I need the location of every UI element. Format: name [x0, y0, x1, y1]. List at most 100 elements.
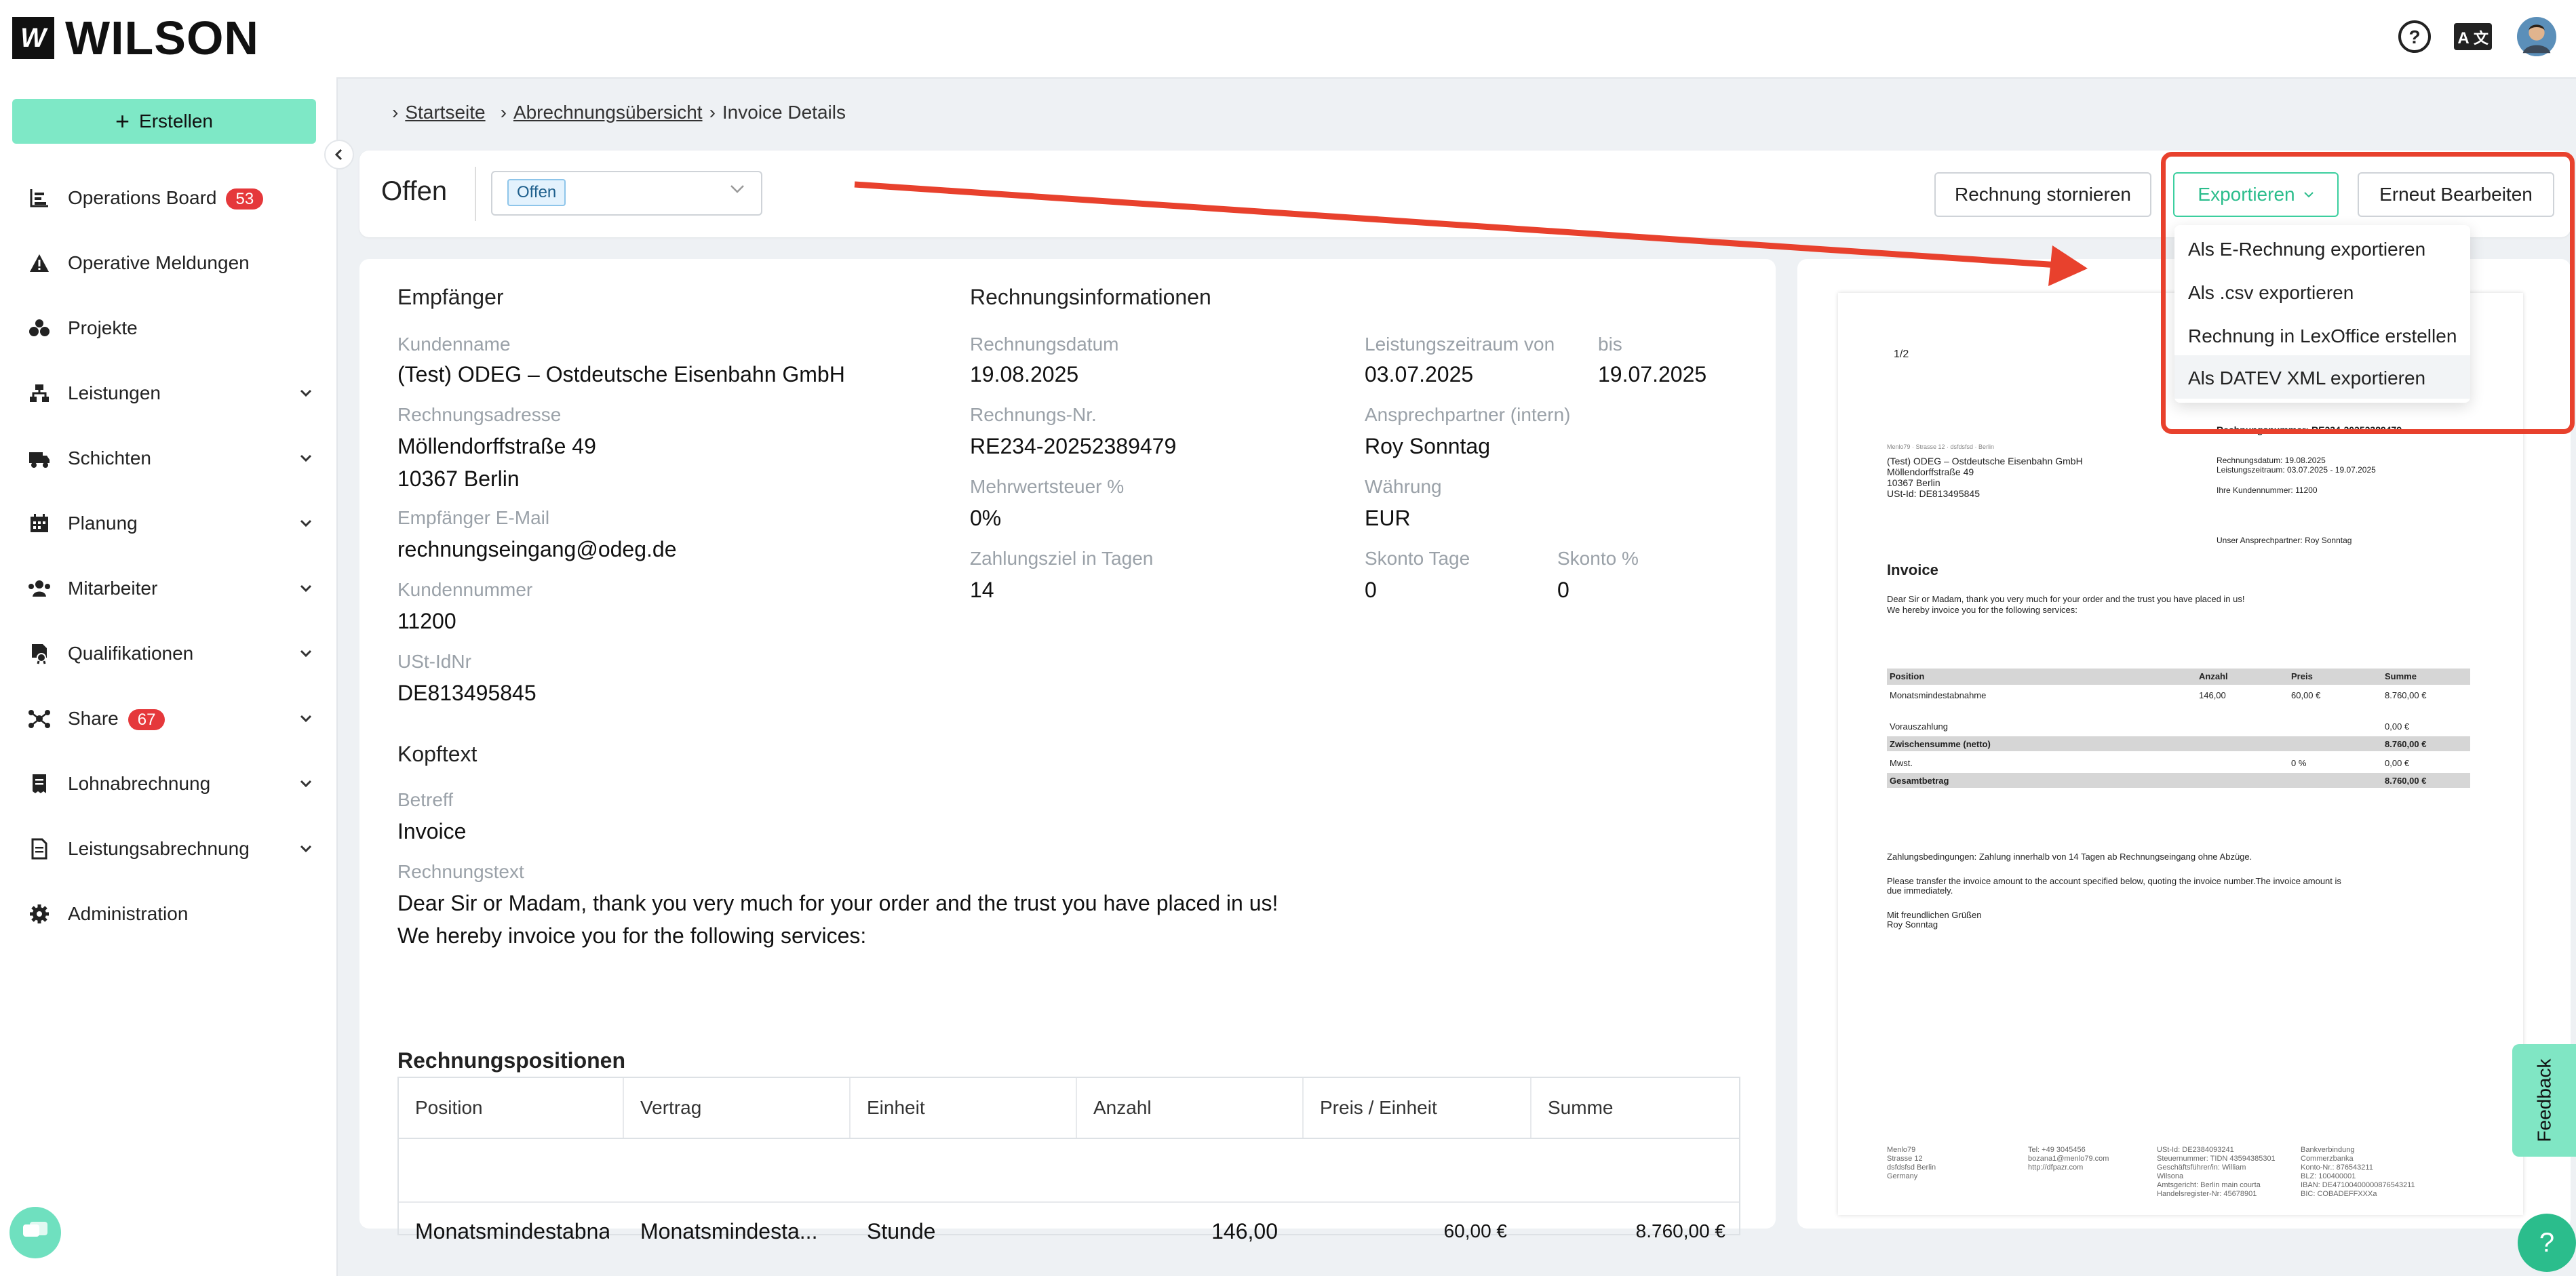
help-fab-button[interactable]: ? — [2518, 1214, 2576, 1272]
table-row[interactable]: Monatsmindestabnahme Monatsmindesta... S… — [399, 1139, 1739, 1243]
skonto-days-label: Skonto Tage — [1365, 548, 1470, 569]
invoice-number-label: Rechnungs-Nr. — [970, 404, 1097, 425]
feedback-tab[interactable]: Feedback — [2512, 1044, 2576, 1157]
preview-row-price: 60,00 € — [2291, 690, 2321, 700]
subject-label: Betreff — [397, 789, 453, 810]
column-header-unit-price[interactable]: Preis / Einheit — [1304, 1078, 1531, 1138]
invoice-date-label: Rechnungsdatum — [970, 334, 1119, 355]
create-button[interactable]: + Erstellen — [12, 99, 316, 144]
column-header-quantity[interactable]: Anzahl — [1077, 1078, 1304, 1138]
preview-summary-label: Mwst. — [1890, 758, 1913, 768]
preview-contact-line: Unser Ansprechpartner: Roy Sonntag — [2217, 536, 2352, 545]
translate-icon[interactable]: A文 — [2453, 16, 2493, 57]
sidebar-item-operative-meldungen[interactable]: Operative Meldungen — [0, 239, 336, 287]
preview-summary-mid: 0 % — [2291, 758, 2307, 768]
preview-summary-value: 8.760,00 € — [2385, 739, 2427, 749]
preview-footer-line: dsfdsfsd Berlin — [1887, 1163, 1936, 1172]
service-period-until-label: bis — [1598, 334, 1622, 355]
chevron-down-icon — [296, 513, 316, 534]
column-header-contract[interactable]: Vertrag — [624, 1078, 851, 1138]
invoice-status-title: Offen — [381, 176, 448, 206]
chevron-down-icon — [296, 774, 316, 794]
sidebar-item-schichten[interactable]: Schichten — [0, 434, 336, 483]
header-text-section-title: Kopftext — [397, 742, 477, 766]
sidebar-item-planung[interactable]: Planung — [0, 499, 336, 548]
chevron-left-icon — [334, 148, 343, 161]
sidebar-item-administration[interactable]: Administration — [0, 890, 336, 938]
preview-closing-line: Mit freundlichen Grüßen — [1887, 910, 1982, 920]
share-icon — [26, 705, 53, 732]
preview-col-quantity: Anzahl — [2199, 671, 2228, 681]
subject-value: Invoice — [397, 819, 467, 843]
breadcrumb-current: Invoice Details — [722, 102, 846, 123]
column-header-unit[interactable]: Einheit — [851, 1078, 1077, 1138]
preview-footer-line: bozana1@menlo79.com — [2028, 1155, 2109, 1163]
brand-name: WILSON — [65, 12, 259, 64]
sidebar-item-label: Qualifikationen — [68, 643, 194, 664]
sidebar-item-leistungsabrechnung[interactable]: Leistungsabrechnung — [0, 824, 336, 873]
preview-footer-line: Tel: +49 3045456 — [2028, 1146, 2086, 1154]
help-fab-label: ? — [2539, 1227, 2555, 1258]
customer-name-value: (Test) ODEG – Ostdeutsche Eisenbahn GmbH — [397, 362, 845, 386]
warning-icon — [26, 250, 53, 277]
preview-row-position: Monatsmindestabnahme — [1890, 690, 1987, 700]
customer-number-label: Kundennummer — [397, 579, 533, 600]
preview-row-sum: 8.760,00 € — [2385, 690, 2427, 700]
sidebar-item-operations-board[interactable]: Operations Board 53 — [0, 174, 336, 222]
sidebar-collapse-button[interactable] — [324, 140, 354, 170]
help-circle-icon[interactable]: ? — [2394, 16, 2435, 57]
document-icon — [26, 835, 53, 862]
chevron-down-icon — [296, 578, 316, 599]
sidebar-item-label: Schichten — [68, 447, 151, 468]
skonto-days-value: 0 — [1365, 578, 1377, 602]
preview-page-number: 1/2 — [1894, 348, 1909, 360]
projects-icon — [26, 315, 53, 342]
preview-summary-value: 0,00 € — [2385, 758, 2410, 768]
preview-footer-line: Handelsregister-Nr: 45678901 — [2157, 1190, 2257, 1198]
sidebar-item-label: Lohnabrechnung — [68, 773, 211, 794]
preview-footer-line: Steuernummer: TIDN 43594385301 — [2157, 1155, 2276, 1163]
column-header-sum[interactable]: Summe — [1531, 1078, 1739, 1138]
preview-summary-label: Zwischensumme (netto) — [1890, 739, 1991, 749]
preview-footer-line: http://dfpazr.com — [2028, 1163, 2084, 1172]
preview-intro-line: Dear Sir or Madam, thank you very much f… — [1887, 594, 2245, 604]
chevron-right-icon: › — [709, 102, 716, 123]
gear-icon — [26, 900, 53, 928]
column-header-position[interactable]: Position — [399, 1078, 624, 1138]
preview-summary-value: 8.760,00 € — [2385, 776, 2427, 786]
chevron-right-icon: › — [392, 102, 399, 123]
sidebar-item-label: Leistungsabrechnung — [68, 838, 250, 859]
sidebar-item-share[interactable]: Share 67 — [0, 694, 336, 743]
vat-percent-label: Mehrwertsteuer % — [970, 476, 1125, 497]
sidebar-item-qualifikationen[interactable]: Qualifikationen — [0, 629, 336, 678]
service-period-label: Leistungszeitraum von — [1365, 334, 1555, 355]
payment-term-label: Zahlungsziel in Tagen — [970, 548, 1154, 569]
preview-row-quantity: 146,00 — [2199, 690, 2226, 700]
preview-summary-value: 0,00 € — [2385, 721, 2410, 732]
brand-logo[interactable]: W WILSON — [12, 11, 259, 65]
preview-recipient-line: (Test) ODEG – Ostdeutsche Eisenbahn GmbH — [1887, 456, 2083, 466]
cell-unit: Stunde — [867, 1219, 936, 1243]
invoice-text-line1: Dear Sir or Madam, thank you very much f… — [397, 891, 1279, 915]
preview-terms-line: Zahlungsbedingungen: Zahlung innerhalb v… — [1887, 852, 2252, 862]
invoice-text-line2: We hereby invoice you for the following … — [397, 923, 867, 948]
breadcrumb-home-link[interactable]: Startseite — [405, 102, 485, 123]
feedback-label: Feedback — [2533, 1058, 2554, 1142]
sidebar-item-lohnabrechnung[interactable]: Lohnabrechnung — [0, 759, 336, 808]
sidebar-item-label: Operations Board — [68, 187, 217, 208]
breadcrumb: › Startseite › Abrechnungsübersicht › In… — [392, 102, 846, 123]
recipient-section-title: Empfänger — [397, 285, 504, 309]
customer-name-label: Kundenname — [397, 334, 511, 355]
sidebar-item-projekte[interactable]: Projekte — [0, 304, 336, 353]
recipient-email-label: Empfänger E-Mail — [397, 507, 550, 528]
breadcrumb-overview-link[interactable]: Abrechnungsübersicht — [513, 102, 703, 123]
sidebar-item-leistungen[interactable]: Leistungen — [0, 369, 336, 418]
positions-section-title: Rechnungspositionen — [397, 1048, 625, 1073]
plus-icon: + — [115, 107, 130, 135]
user-avatar[interactable] — [2516, 16, 2557, 57]
sidebar-item-mitarbeiter[interactable]: Mitarbeiter — [0, 564, 336, 613]
vat-id-value: DE813495845 — [397, 681, 536, 705]
preview-summary-label: Vorauszahlung — [1890, 721, 1949, 732]
currency-value: EUR — [1365, 506, 1411, 530]
chat-button[interactable] — [9, 1207, 61, 1258]
